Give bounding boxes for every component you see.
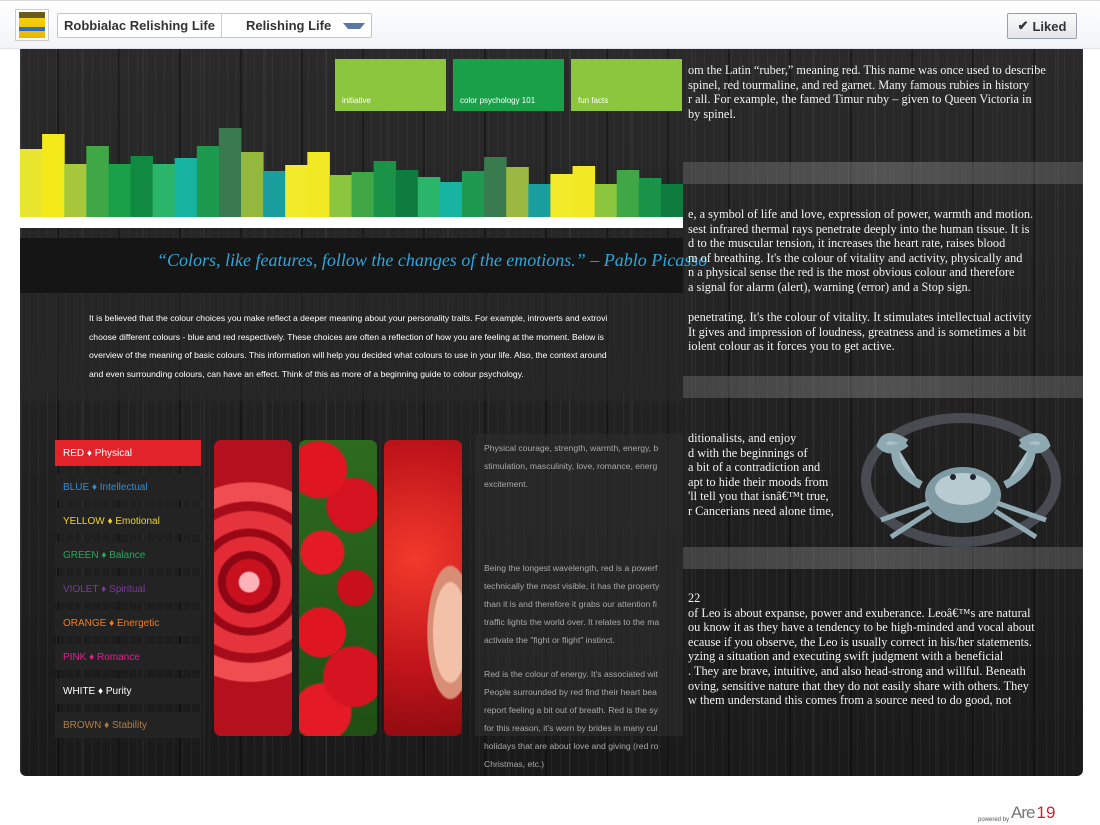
breadcrumb-page-link[interactable]: Robbialac Relishing Life — [58, 18, 221, 33]
color-menu-item[interactable]: VIOLET ♦ Spiritual — [55, 576, 201, 602]
color-bar — [307, 152, 330, 227]
description-line: excitement. — [484, 479, 528, 489]
color-bar — [20, 149, 43, 227]
panel-text-line: ecause if you observe, the Leo is usuall… — [688, 634, 1032, 649]
panel-text-line: yzing a situation and executing swift ju… — [688, 649, 1004, 664]
color-menu-item[interactable]: WHITE ♦ Purity — [55, 678, 201, 704]
panel-text-line: w them understand this comes from a sour… — [688, 693, 1012, 708]
page-thumbnail[interactable] — [15, 9, 49, 41]
panel-text-line: spinel, red tourmaline, and red garnet. … — [688, 77, 1030, 92]
panel-text-line: 22 — [688, 591, 701, 605]
description-line: activate the "fight or flight" instinct. — [484, 635, 615, 645]
app-root: Robbialac Relishing Life Relishing Life … — [0, 0, 1100, 825]
description-line: report feeling a bit out of breath. Red … — [484, 705, 658, 715]
color-bars-header: initiative color psychology 101 fun fact… — [20, 59, 683, 227]
checkmark-icon: ✔ — [1017, 18, 1029, 33]
panel-text-line: om the Latin “ruber,” meaning red. This … — [688, 63, 1046, 77]
breadcrumb-tab-label: Relishing Life — [245, 18, 332, 33]
panel-text-line: . They are brave, intuitive, and also he… — [688, 664, 1026, 678]
divider — [20, 217, 683, 228]
tab-color-psychology-101[interactable]: color psychology 101 — [453, 59, 564, 111]
liked-button[interactable]: ✔ Liked — [1007, 13, 1077, 39]
panel-text-line: of Leo is about expanse, power and exube… — [688, 605, 1031, 620]
panel-text-line: ditionalists, and enjoy — [688, 431, 797, 445]
description-line: stimulation, masculinity, love, romance,… — [484, 461, 658, 471]
tab-fun-facts[interactable]: fun facts — [571, 59, 682, 111]
tab-initiative[interactable]: initiative — [335, 59, 446, 111]
panel-text-line: r all. For example, the famed Timur ruby… — [688, 92, 1032, 107]
powered-by-logo[interactable]: powered by Are 19 — [978, 803, 1055, 823]
panel-text-line: iolent colour as it forces you to get ac… — [688, 339, 895, 354]
strawberries-photo — [299, 440, 377, 736]
color-menu-item[interactable]: YELLOW ♦ Emotional — [55, 508, 201, 534]
description-line: Physical courage, strength, warmth, ener… — [484, 443, 659, 453]
red-feathers-portrait-photo — [384, 440, 462, 736]
color-bar — [241, 152, 264, 227]
red-description-panel: Physical courage, strength, warmth, ener… — [475, 434, 683, 769]
panel-text-line: penetrating. It's the colour of vitality… — [688, 310, 1032, 324]
intro-section: It is believed that the colour choices y… — [20, 293, 683, 401]
panel-text-line: apt to hide their moods from — [688, 474, 829, 489]
color-menu-item[interactable]: PINK ♦ Romance — [55, 644, 201, 670]
description-line: for this reason, it's worn by brides in … — [484, 723, 658, 733]
color-menu-item[interactable]: BROWN ♦ Stability — [55, 712, 201, 738]
panel-text-line: 'll tell you that isnâ€™t true, — [688, 489, 829, 504]
picasso-quote: “Colors, like features, follow the chang… — [157, 250, 708, 270]
description-line: Christmas, etc.) — [484, 759, 545, 769]
description-line: holidays that are about love and giving … — [484, 741, 659, 751]
description-line: People surrounded by red find their hear… — [484, 687, 657, 697]
description-line: traffic lights the world over. It relate… — [484, 617, 660, 627]
description-line: technically the most visible, it has the… — [484, 581, 660, 591]
panel-text-line: a signal for alarm (alert), warning (err… — [688, 280, 971, 294]
rose-photo — [214, 440, 292, 736]
panel-text-line: sest infrared thermal rays penetrate dee… — [688, 221, 1030, 236]
right-text-panel: om the Latin “ruber,” meaning red. This … — [683, 49, 1083, 745]
page-header-bar: Robbialac Relishing Life Relishing Life … — [0, 1, 1100, 49]
color-menu-item[interactable]: ORANGE ♦ Energetic — [55, 610, 201, 636]
description-line: Red is the colour of energy. It's associ… — [484, 669, 658, 679]
panel-text-line: n a physical sense the red is the most o… — [688, 265, 1015, 280]
color-bar — [86, 146, 109, 227]
cancer-crab-icon — [861, 413, 1061, 547]
panel-text-line: ou know it as they have a tendency to be… — [688, 620, 1035, 635]
panel-text-line: d to the muscular tension, it increases … — [688, 236, 1006, 251]
panel-text-line: r Cancerians need alone time, — [688, 504, 834, 518]
panel-text-line: m of breathing. It's the colour of vital… — [688, 250, 1023, 265]
color-bar — [42, 134, 65, 227]
panel-text-line: by spinel. — [688, 106, 736, 121]
header-tab-bar: initiative color psychology 101 fun fact… — [335, 59, 682, 111]
chevron-down-icon — [343, 22, 366, 29]
panel-text-line: a bit of a contradiction and — [688, 460, 821, 475]
color-menu-item[interactable]: GREEN ♦ Balance — [55, 542, 201, 568]
description-line: Being the longest wavelength, red is a p… — [484, 563, 658, 573]
tab-selector-dropdown[interactable]: Relishing Life — [234, 18, 371, 33]
divider — [683, 162, 1083, 184]
liked-label: Liked — [1032, 18, 1067, 34]
description-line: than it is and therefore it grabs our at… — [484, 599, 657, 609]
color-bar — [196, 146, 220, 227]
breadcrumb: Robbialac Relishing Life Relishing Life — [57, 13, 373, 38]
intro-text: It is believed that the colour choices y… — [89, 313, 608, 379]
panel-text-line: oving, sensitive nature that they do not… — [688, 678, 1029, 693]
panel-text-line: d with the beginnings of — [688, 445, 808, 460]
app-canvas: initiative color psychology 101 fun fact… — [20, 49, 1083, 776]
color-menu-item[interactable]: RED ♦ Physical — [55, 440, 201, 466]
color-menu-item[interactable]: BLUE ♦ Intellectual — [55, 474, 201, 500]
color-menu: RED ♦ Physical BLUE ♦ Intellectual YELLOW … — [55, 440, 201, 746]
panel-text-line: It gives and impression of loudness, gre… — [688, 324, 1027, 339]
panel-text-line: e, a symbol of life and love, expression… — [688, 207, 1034, 221]
color-bar — [218, 128, 242, 227]
